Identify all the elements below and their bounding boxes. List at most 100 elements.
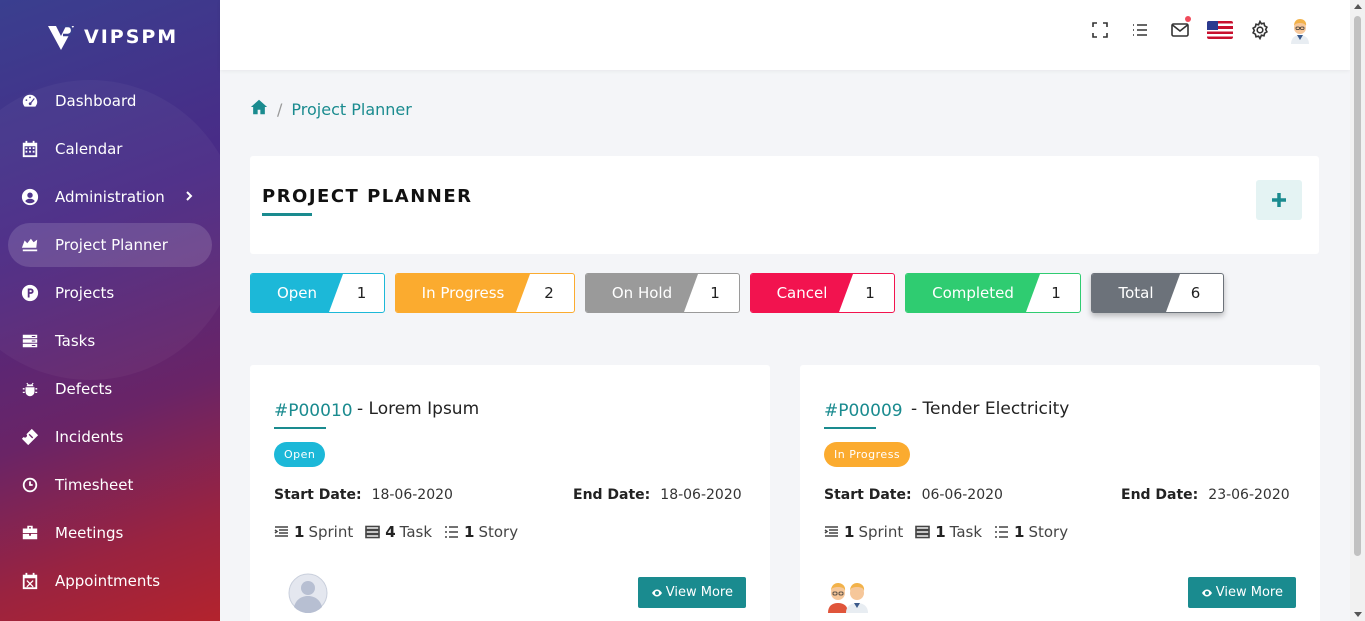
sidebar: VIPSPM Dashboard Calendar Administration <box>0 0 220 621</box>
task-stat: 1 Task <box>915 523 982 541</box>
chevron-right-icon <box>182 189 198 205</box>
mail-icon[interactable] <box>1160 14 1200 46</box>
sprint-stat: 1 Sprint <box>824 523 903 541</box>
chip-label: Completed <box>906 274 1040 312</box>
chip-label: Open <box>251 274 343 312</box>
sidebar-item-label: Administration <box>55 188 165 206</box>
sidebar-item-project-planner[interactable]: Project Planner <box>8 223 212 267</box>
end-date: End Date: 18-06-2020 <box>573 487 742 503</box>
sidebar-item-meetings[interactable]: Meetings <box>8 511 212 555</box>
scroll-up-arrow[interactable] <box>1354 4 1362 9</box>
start-date: Start Date: 06-06-2020 <box>824 487 1003 503</box>
fullscreen-icon[interactable] <box>1080 14 1120 46</box>
scrollbar-thumb[interactable] <box>1354 16 1361 556</box>
tasks-icon <box>20 331 40 351</box>
sidebar-item-administration[interactable]: Administration <box>8 175 212 219</box>
page-scrollbar[interactable] <box>1350 0 1365 621</box>
sidebar-item-dashboard[interactable]: Dashboard <box>8 79 212 123</box>
sprint-count: 1 <box>294 523 305 541</box>
sidebar-item-label: Incidents <box>55 428 124 446</box>
briefcase-icon <box>20 523 40 543</box>
task-icon <box>365 525 381 539</box>
status-filter-total[interactable]: Total 6 <box>1091 273 1224 313</box>
task-count: 4 <box>385 523 396 541</box>
project-card: #P00009 - Tender Electricity In Progress… <box>800 365 1320 621</box>
user-avatar[interactable] <box>1280 14 1320 46</box>
chip-label: Total <box>1092 274 1180 312</box>
sidebar-item-defects[interactable]: Defects <box>8 367 212 411</box>
task-label: Task <box>949 523 983 541</box>
story-stat: 1 Story <box>994 523 1068 541</box>
default-avatar-icon <box>288 573 328 614</box>
project-code[interactable]: #P00009 <box>824 401 903 421</box>
chip-count: 1 <box>865 284 875 302</box>
sidebar-item-label: Timesheet <box>55 476 134 494</box>
story-label: Story <box>1028 523 1069 541</box>
status-filter-in-progress[interactable]: In Progress 2 <box>395 273 575 313</box>
sidebar-item-label: Meetings <box>55 524 124 542</box>
app-logo[interactable]: VIPSPM <box>46 20 178 54</box>
sidebar-item-timesheet[interactable]: Timesheet <box>8 463 212 507</box>
p-circle-icon <box>20 283 40 303</box>
top-header <box>220 0 1350 70</box>
member-avatar[interactable] <box>288 573 328 614</box>
status-filter-on-hold[interactable]: On Hold 1 <box>585 273 740 313</box>
member-avatars[interactable] <box>824 573 884 613</box>
gear-icon[interactable] <box>1240 14 1280 46</box>
page-title: PROJECT PLANNER <box>262 186 473 207</box>
sidebar-item-label: Tasks <box>55 332 96 350</box>
sidebar-item-label: Defects <box>55 380 113 398</box>
start-date-value: 18-06-2020 <box>371 487 453 503</box>
view-more-button[interactable]: View More <box>637 577 746 608</box>
planner-icon <box>20 235 40 255</box>
ticket-icon <box>20 427 40 447</box>
sprint-label: Sprint <box>858 523 904 541</box>
vipspm-logo-icon <box>48 24 74 50</box>
status-badge: In Progress <box>824 442 911 467</box>
end-date-label: End Date: <box>1121 487 1199 503</box>
end-date-value: 23-06-2020 <box>1208 487 1290 503</box>
story-count: 1 <box>1014 523 1025 541</box>
sidebar-item-label: Dashboard <box>55 92 137 110</box>
plus-icon <box>1272 193 1286 207</box>
breadcrumb-separator: / <box>277 99 283 119</box>
story-count: 1 <box>464 523 475 541</box>
sidebar-nav: Dashboard Calendar Administration Projec… <box>8 79 212 607</box>
project-code[interactable]: #P00010 <box>274 401 353 421</box>
story-label: Story <box>478 523 519 541</box>
sidebar-item-label: Projects <box>55 284 115 302</box>
sidebar-item-label: Appointments <box>55 572 161 590</box>
sprint-stat: 1 Sprint <box>274 523 353 541</box>
status-filter-completed[interactable]: Completed 1 <box>905 273 1081 313</box>
home-icon[interactable] <box>250 98 268 120</box>
sprint-icon <box>274 526 288 537</box>
breadcrumb-current[interactable]: Project Planner <box>291 100 411 119</box>
sprint-label: Sprint <box>308 523 354 541</box>
chip-label: On Hold <box>586 274 698 312</box>
project-card: #P00010 - Lorem Ipsum Open Start Date: 18… <box>250 365 770 621</box>
status-filter-cancel[interactable]: Cancel 1 <box>750 273 895 313</box>
project-stats: 1 Sprint 4 Task 1 Story <box>274 523 530 541</box>
project-code-underline <box>274 427 326 429</box>
chip-count: 1 <box>356 284 367 302</box>
clock-icon <box>20 475 40 495</box>
sidebar-item-tasks[interactable]: Tasks <box>8 319 212 363</box>
status-filter-open[interactable]: Open 1 <box>250 273 385 313</box>
sidebar-item-incidents[interactable]: Incidents <box>8 415 212 459</box>
eye-icon <box>651 589 662 596</box>
list-icon[interactable] <box>1120 14 1160 46</box>
story-stat: 1 Story <box>444 523 518 541</box>
sprint-count: 1 <box>844 523 855 541</box>
sidebar-item-calendar[interactable]: Calendar <box>8 127 212 171</box>
project-code-underline <box>824 427 876 429</box>
view-more-button[interactable]: View More <box>1187 577 1296 608</box>
scroll-down-arrow[interactable] <box>1354 612 1362 617</box>
sidebar-item-appointments[interactable]: Appointments <box>8 559 212 603</box>
calendar-icon <box>20 139 40 159</box>
sprint-icon <box>824 526 838 537</box>
add-project-button[interactable] <box>1256 180 1302 220</box>
dashboard-icon <box>20 91 40 111</box>
breadcrumb: / Project Planner <box>250 98 412 120</box>
sidebar-item-projects[interactable]: Projects <box>8 271 212 315</box>
language-selector[interactable] <box>1200 14 1240 46</box>
